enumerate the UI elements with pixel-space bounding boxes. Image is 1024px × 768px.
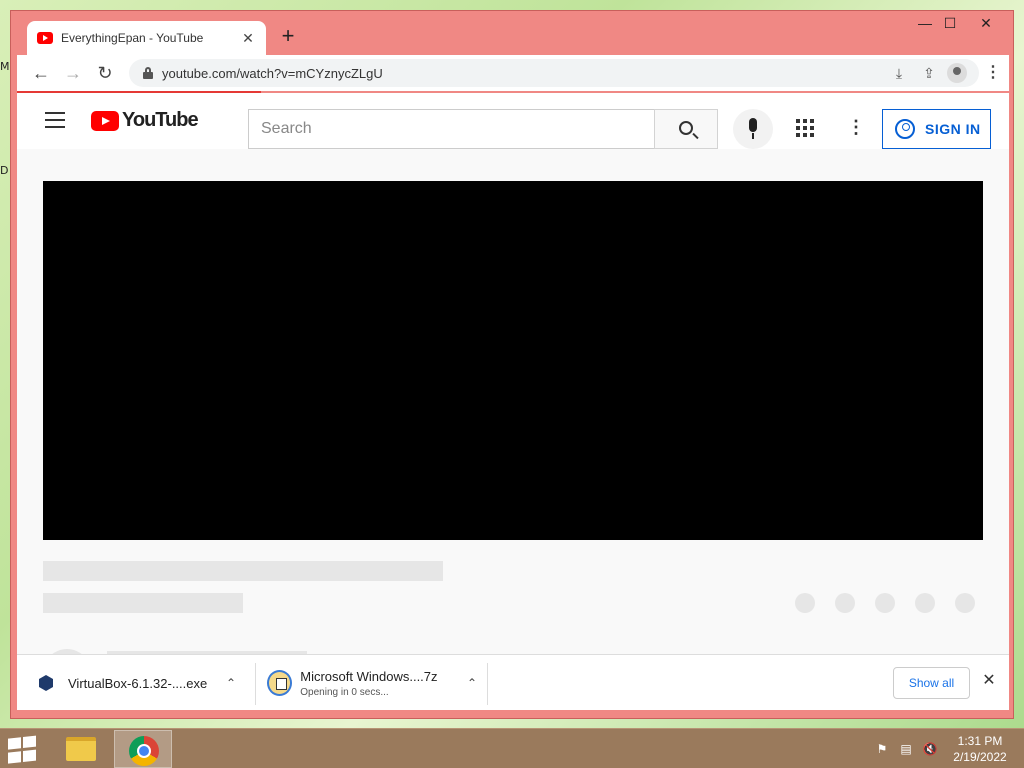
browser-toolbar: ← → ↻ youtube.com/watch?v=mCYznycZLgU ⤓ … xyxy=(17,55,1009,91)
browser-menu-button[interactable]: ⋮ xyxy=(983,63,1003,83)
hamburger-menu-icon[interactable] xyxy=(45,112,65,128)
back-button[interactable]: ← xyxy=(29,61,53,85)
download-filename: VirtualBox-6.1.32-....exe xyxy=(68,675,208,691)
youtube-logo[interactable]: YouTube xyxy=(91,109,199,132)
reload-button[interactable]: ↻ xyxy=(93,61,117,85)
divider xyxy=(255,663,256,705)
search-button[interactable] xyxy=(654,109,718,149)
taskbar-file-explorer[interactable] xyxy=(52,730,110,768)
chrome-icon xyxy=(129,736,159,766)
url-text[interactable]: youtube.com/watch?v=mCYznycZLgU xyxy=(162,66,383,81)
clock-date: 2/19/2022 xyxy=(953,750,1007,764)
action-placeholder xyxy=(915,593,935,613)
close-shelf-icon[interactable]: ✕ xyxy=(979,671,999,691)
download-filename: Microsoft Windows....7z xyxy=(300,668,438,684)
youtube-logo-text: YouTube xyxy=(122,109,199,131)
action-placeholder xyxy=(795,593,815,613)
title-bar: EverythingEpan - YouTube ✕ + — ☐ ✕ xyxy=(11,11,1013,55)
install-app-icon[interactable]: ⤓ xyxy=(889,63,909,83)
download-shelf: VirtualBox-6.1.32-....exe ⌃ Microsoft Wi… xyxy=(17,654,1009,710)
windows-start-icon[interactable] xyxy=(8,735,38,764)
action-placeholder xyxy=(835,593,855,613)
action-placeholder xyxy=(955,593,975,613)
desktop-edge-label: D xyxy=(0,164,9,177)
microphone-icon xyxy=(749,118,757,132)
info-placeholder xyxy=(43,593,243,613)
download-status: Opening in 0 secs... xyxy=(300,686,389,698)
volume-muted-icon[interactable]: 🔇 xyxy=(922,741,938,757)
archive-file-icon xyxy=(267,670,293,696)
folder-icon xyxy=(66,737,96,761)
tab-close-icon[interactable]: ✕ xyxy=(240,30,256,47)
browser-tab[interactable]: EverythingEpan - YouTube ✕ xyxy=(27,21,266,55)
taskbar-chrome[interactable] xyxy=(114,730,172,768)
flag-icon[interactable]: ⚑ xyxy=(874,741,890,757)
clock-time: 1:31 PM xyxy=(957,734,1003,748)
search-placeholder: Search xyxy=(261,120,312,137)
desktop-edge-label: M xyxy=(0,60,10,73)
youtube-favicon-icon xyxy=(37,32,53,44)
virtualbox-icon xyxy=(39,675,53,691)
new-tab-button[interactable]: + xyxy=(277,25,299,47)
profile-avatar-icon[interactable] xyxy=(947,63,967,83)
forward-button[interactable]: → xyxy=(61,61,85,85)
download-item-windows[interactable]: Microsoft Windows....7z Opening in 0 sec… xyxy=(267,655,477,711)
show-all-downloads-button[interactable]: Show all xyxy=(893,667,970,699)
tab-title: EverythingEpan - YouTube xyxy=(61,31,204,45)
sign-in-button[interactable]: SIGN IN xyxy=(882,109,991,149)
youtube-page: YouTube Search ⋮ SIGN IN xyxy=(17,93,1009,654)
maximize-button[interactable]: ☐ xyxy=(935,13,965,33)
network-icon[interactable]: ▤ xyxy=(898,741,914,757)
voice-search-button[interactable] xyxy=(733,109,773,149)
youtube-play-icon xyxy=(91,110,119,131)
action-placeholder xyxy=(875,593,895,613)
user-circle-icon xyxy=(895,119,915,139)
taskbar: ⚑ ▤ 🔇 1:31 PM 2/19/2022 xyxy=(0,728,1024,768)
share-icon[interactable]: ⇪ xyxy=(919,63,939,83)
settings-more-button[interactable]: ⋮ xyxy=(847,115,865,139)
apps-grid-icon[interactable] xyxy=(796,119,814,137)
sign-in-label: SIGN IN xyxy=(925,121,981,137)
chevron-up-icon[interactable]: ⌃ xyxy=(226,676,236,690)
search-input[interactable]: Search xyxy=(248,109,655,149)
chevron-up-icon[interactable]: ⌃ xyxy=(467,676,477,690)
system-clock[interactable]: 1:31 PM 2/19/2022 xyxy=(940,733,1020,765)
title-placeholder xyxy=(43,561,443,581)
youtube-header: YouTube Search ⋮ SIGN IN xyxy=(17,93,1009,149)
divider xyxy=(487,663,488,705)
search-icon xyxy=(679,121,693,135)
download-item-virtualbox[interactable]: VirtualBox-6.1.32-....exe ⌃ xyxy=(39,655,247,711)
close-window-button[interactable]: ✕ xyxy=(971,13,1001,33)
video-player[interactable] xyxy=(43,181,983,540)
browser-window: EverythingEpan - YouTube ✕ + — ☐ ✕ ← → ↻… xyxy=(10,10,1014,719)
address-bar[interactable]: youtube.com/watch?v=mCYznycZLgU ⤓ ⇪ ☆ xyxy=(129,59,979,87)
lock-icon[interactable] xyxy=(143,67,153,79)
